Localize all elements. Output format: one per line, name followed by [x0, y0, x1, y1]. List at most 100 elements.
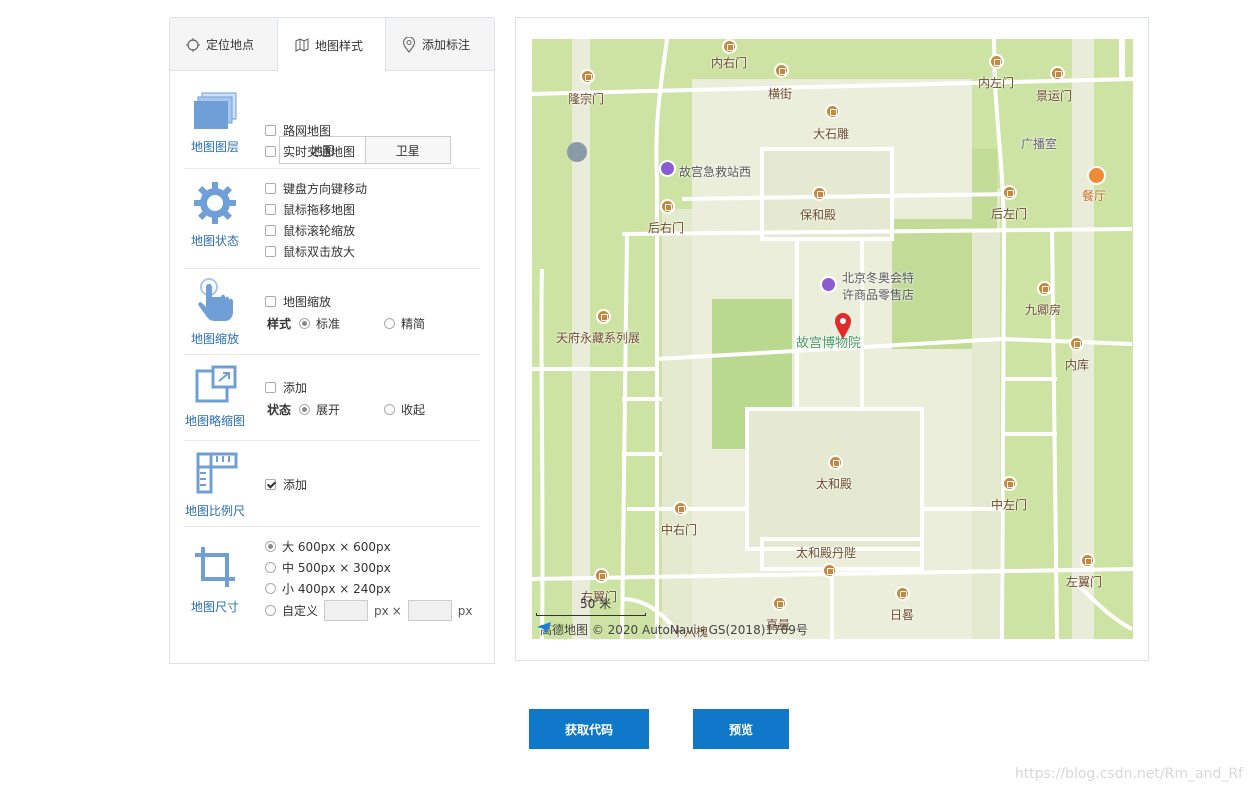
size-small-option[interactable]: 小 400px × 240px: [265, 580, 391, 597]
location-marker-icon[interactable]: [834, 312, 852, 340]
mouse-drag-checkbox[interactable]: [265, 204, 276, 215]
overview-collapse-label: 收起: [401, 403, 426, 417]
map-settings-panel: 定位地点 地图样式 添加标注 地图图层 地图 卫星 路网地图 实时交通地图 地图…: [169, 17, 495, 664]
layers-icon: [194, 92, 237, 129]
keyboard-move-checkbox[interactable]: [265, 183, 276, 194]
size-large-radio[interactable]: [265, 541, 276, 552]
road-map-label: 路网地图: [283, 124, 332, 138]
overview-expand-radio[interactable]: [299, 404, 311, 415]
poi-canting[interactable]: 餐厅: [1082, 187, 1106, 204]
zoom-control-label: 地图缩放: [283, 295, 332, 309]
settings-tabs: 定位地点 地图样式 添加标注: [170, 18, 494, 72]
poi-zhongyoumen[interactable]: 中右门: [661, 521, 697, 538]
poi-neiyoumen[interactable]: 内右门: [711, 54, 747, 71]
map-attribution-text: 高德地图 © 2020 AutoNavi - GS(2018)1709号: [540, 623, 808, 637]
crop-icon: [195, 547, 235, 587]
tab-locate[interactable]: 定位地点: [186, 18, 254, 71]
custom-height-input[interactable]: [407, 600, 452, 621]
poi-jingyunmen[interactable]: 景运门: [1036, 87, 1072, 104]
poi-jiuqingfang[interactable]: 九卿房: [1025, 301, 1061, 318]
zoom-style-standard-radio[interactable]: [299, 318, 311, 329]
wheel-zoom-option[interactable]: 鼠标滚轮缩放: [265, 222, 355, 239]
keyboard-move-option[interactable]: 键盘方向键移动: [265, 180, 367, 197]
dblclick-zoom-checkbox[interactable]: [265, 246, 276, 257]
size-small-label: 小 400px × 240px: [282, 582, 391, 596]
scale-add-checkbox[interactable]: [265, 479, 276, 490]
road-map-option[interactable]: 路网地图: [265, 122, 331, 139]
width-unit-label: px: [374, 603, 389, 618]
poi-houyoumen[interactable]: 后右门: [648, 219, 684, 236]
traffic-map-option[interactable]: 实时交通地图: [265, 143, 355, 160]
state-label: 地图状态: [190, 234, 239, 248]
poi-baohedian[interactable]: 保和殿: [800, 206, 836, 223]
poi-taihedian[interactable]: 太和殿: [816, 475, 852, 492]
size-custom-label: 自定义: [282, 604, 319, 618]
poi-houzuomen[interactable]: 后左门: [991, 205, 1027, 222]
map-attribution: 高德地图 © 2020 AutoNavi - GS(2018)1709号: [536, 621, 808, 638]
preview-button[interactable]: 预览: [693, 709, 789, 749]
custom-width-input[interactable]: [324, 600, 369, 621]
ruler-icon: [196, 452, 238, 494]
poi-zhongzuomen[interactable]: 中左门: [991, 496, 1027, 513]
get-code-button[interactable]: 获取代码: [529, 709, 649, 749]
mouse-drag-option[interactable]: 鼠标拖移地图: [265, 201, 355, 218]
overview-collapse-radio[interactable]: [384, 404, 396, 415]
road-map-checkbox[interactable]: [265, 125, 276, 136]
scale-add-label: 添加: [283, 478, 308, 492]
poi-neizuomen[interactable]: 内左门: [978, 74, 1014, 91]
poi-zuoyimen[interactable]: 左翼门: [1066, 573, 1102, 590]
poi-dashidiao[interactable]: 大石雕: [813, 125, 849, 142]
overview-label: 地图略缩图: [184, 414, 245, 428]
scale-section-header: 地图比例尺: [184, 451, 246, 519]
overview-add-option[interactable]: 添加: [265, 379, 307, 396]
store-icon: [820, 276, 837, 293]
scale-bar: 50 米: [536, 597, 646, 616]
wheel-zoom-label: 鼠标滚轮缩放: [283, 224, 356, 238]
tab-map-style-label: 地图样式: [315, 38, 364, 53]
zoom-style-simple-radio[interactable]: [384, 318, 396, 329]
poi-hengjie[interactable]: 横街: [768, 85, 792, 102]
map-canvas[interactable]: 内右门 隆宗门 横街 内左门 景运门 大石雕 广播室 故宫急救站西 餐厅 后右门…: [532, 39, 1133, 639]
tab-map-satellite[interactable]: 卫星: [364, 137, 450, 163]
height-unit-label: px: [457, 603, 473, 618]
overview-add-checkbox[interactable]: [265, 382, 276, 393]
layers-label: 地图图层: [190, 140, 239, 154]
traffic-map-checkbox[interactable]: [265, 146, 276, 157]
overview-map-icon: [195, 365, 237, 403]
poi-neiku[interactable]: 内库: [1065, 356, 1089, 373]
zoom-control-option[interactable]: 地图缩放: [265, 293, 331, 310]
size-small-radio[interactable]: [265, 583, 276, 594]
section-scale: 地图比例尺: [184, 441, 480, 527]
traffic-map-label: 实时交通地图: [283, 145, 356, 159]
gear-icon: [194, 182, 236, 224]
size-large-option[interactable]: 大 600px × 600px: [265, 538, 391, 555]
size-custom-radio[interactable]: [265, 605, 276, 616]
size-medium-label: 中 500px × 300px: [282, 561, 391, 575]
overview-add-label: 添加: [283, 381, 308, 395]
watermark: https://blog.csdn.net/Rm_and_Rf: [1014, 766, 1243, 782]
scale-add-option[interactable]: 添加: [265, 476, 307, 493]
layers-section-header: 地图图层: [184, 91, 246, 155]
tab-map-style[interactable]: 地图样式: [277, 18, 386, 72]
poi-aoyun-line1[interactable]: 北京冬奥会特: [842, 269, 914, 286]
scale-bar-text: 50 米: [580, 597, 612, 611]
poi-aoyun-line2[interactable]: 许商品零售店: [842, 286, 914, 303]
zoom-control-checkbox[interactable]: [265, 296, 276, 307]
dblclick-zoom-option[interactable]: 鼠标双击放大: [265, 243, 355, 260]
size-medium-option[interactable]: 中 500px × 300px: [265, 559, 391, 576]
size-medium-radio[interactable]: [265, 562, 276, 573]
poi-rigui[interactable]: 日晷: [890, 606, 914, 623]
zoom-style-row: 样式 标准 精简: [267, 315, 425, 332]
restaurant-icon: [1087, 166, 1106, 185]
size-large-label: 大 600px × 600px: [282, 540, 391, 554]
zoom-style-standard-label: 标准: [316, 317, 341, 331]
poi-danbi[interactable]: 太和殿丹陛: [796, 544, 856, 561]
poi-tianfu[interactable]: 天府永藏系列展: [556, 329, 640, 346]
tab-add-marker[interactable]: 添加标注: [402, 18, 470, 71]
poi-longzongmen[interactable]: 隆宗门: [568, 90, 604, 107]
map-preview-container: 内右门 隆宗门 横街 内左门 景运门 大石雕 广播室 故宫急救站西 餐厅 后右门…: [515, 17, 1149, 661]
wheel-zoom-checkbox[interactable]: [265, 225, 276, 236]
zoom-style-simple-label: 精简: [401, 317, 426, 331]
poi-jijiuzhan[interactable]: 故宫急救站西: [679, 163, 751, 180]
poi-guangboshi[interactable]: 广播室: [1021, 135, 1057, 152]
